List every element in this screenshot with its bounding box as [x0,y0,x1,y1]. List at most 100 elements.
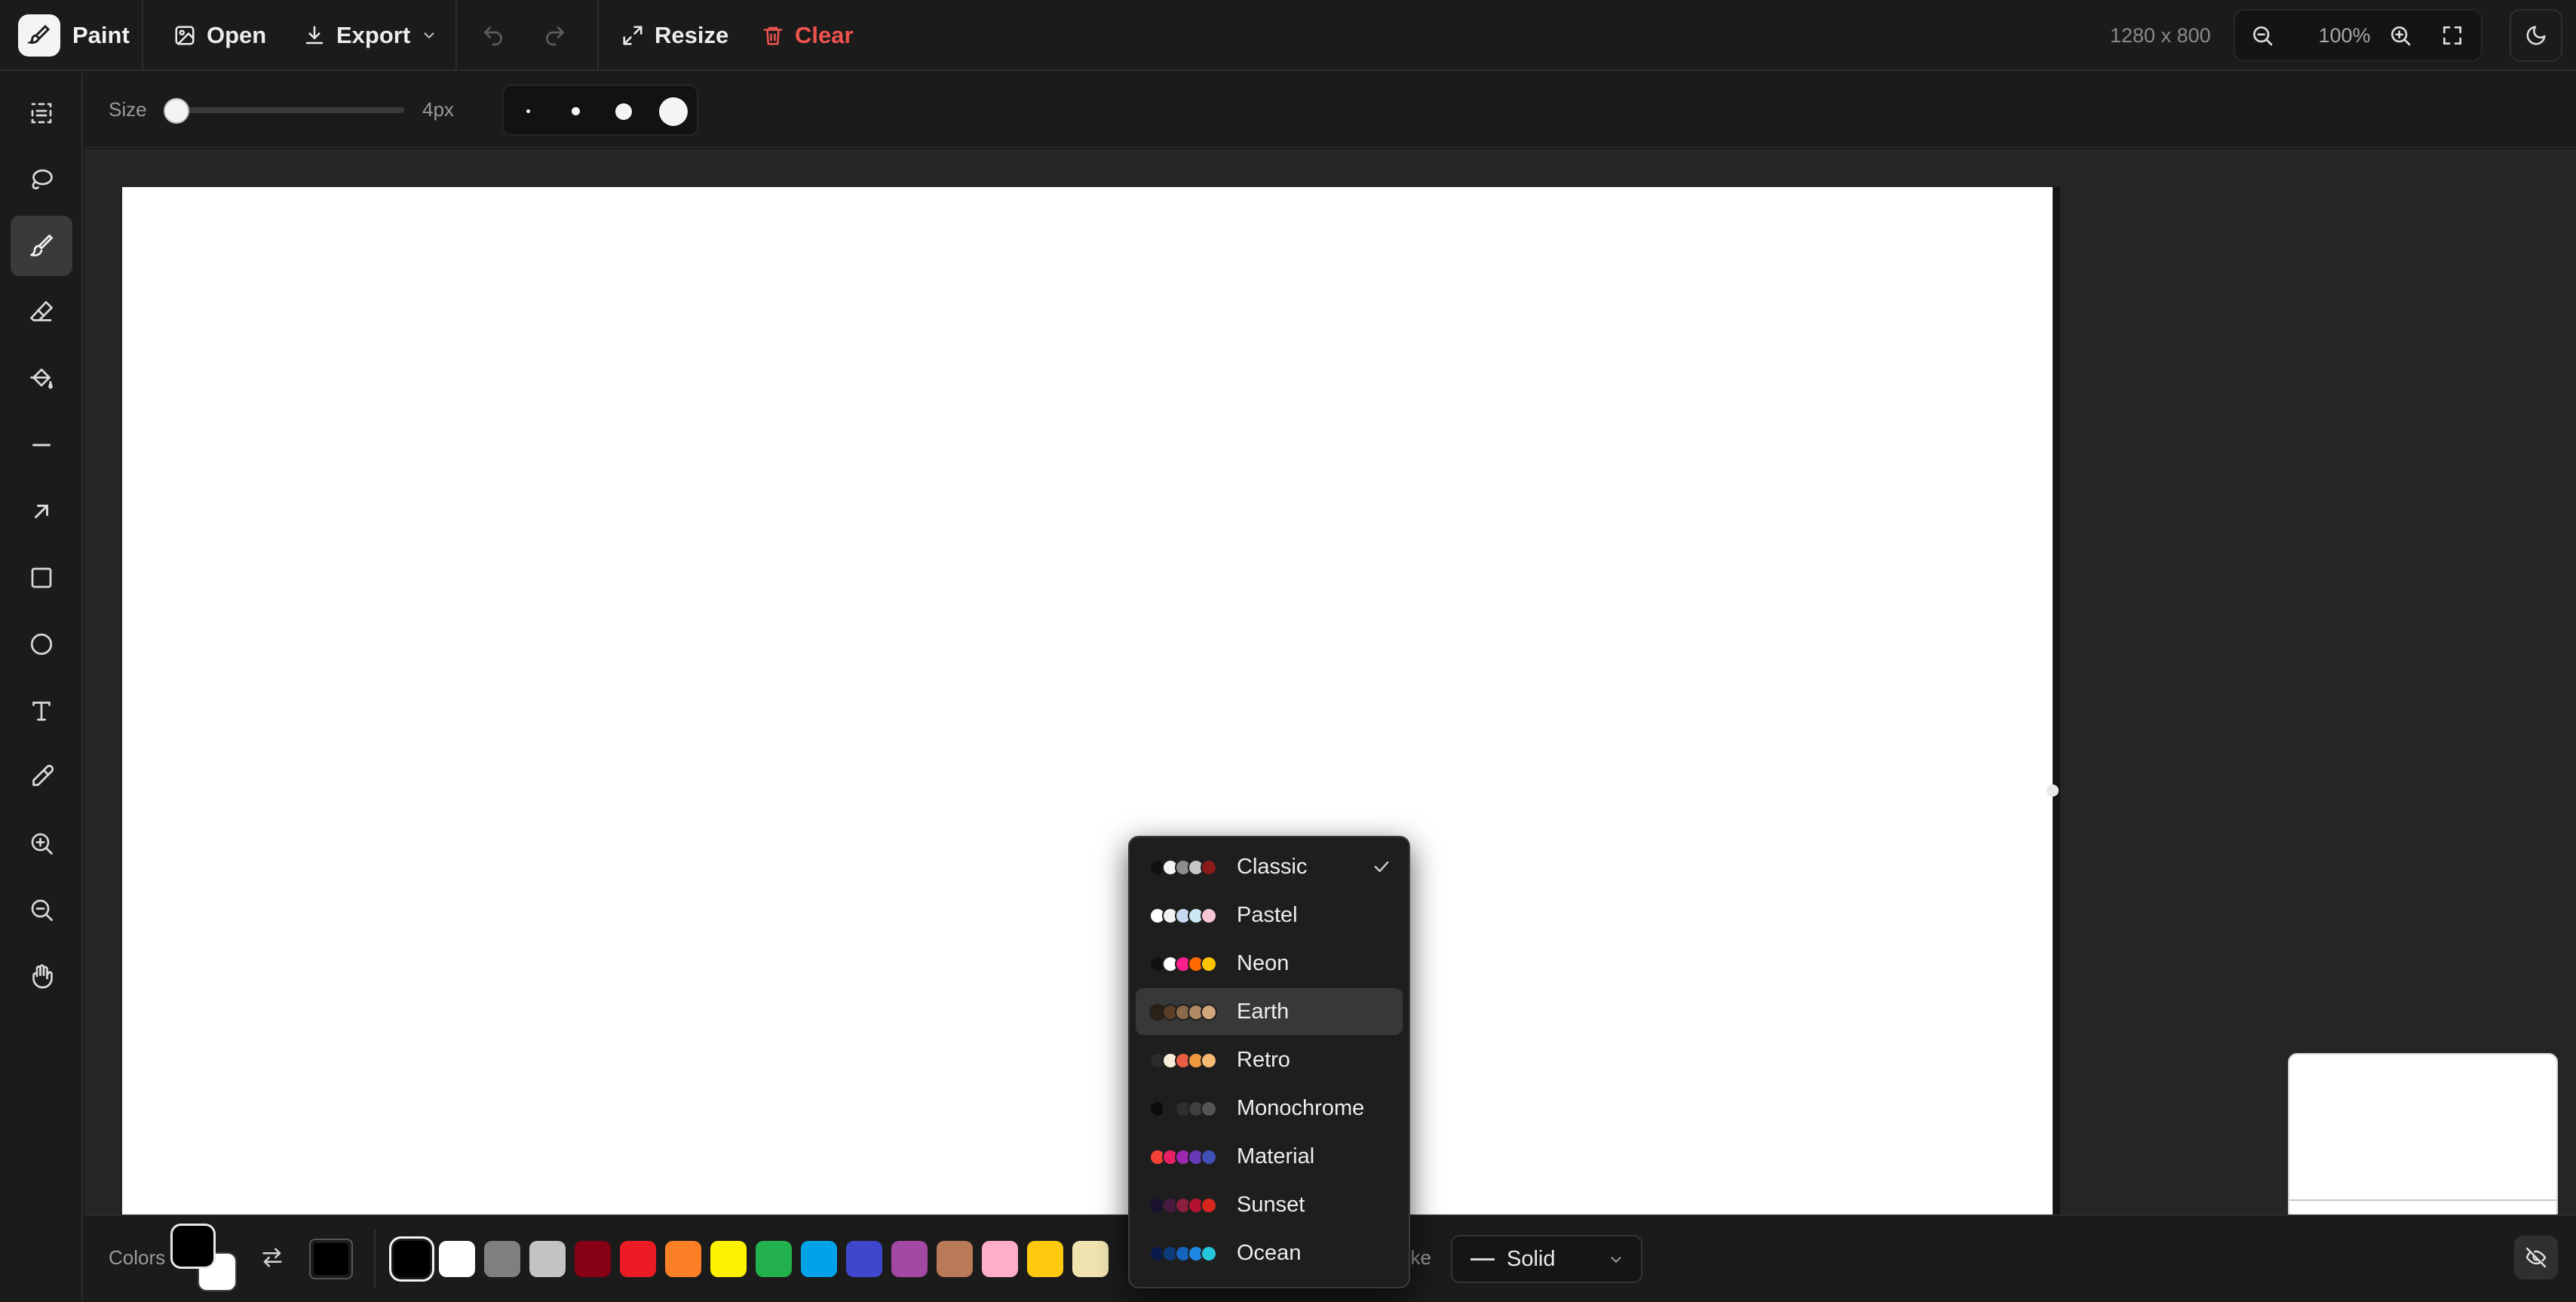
zoom-in-icon [2388,23,2412,48]
brush-preset-md[interactable] [615,103,632,120]
open-image-icon [173,24,196,47]
hand-icon [28,963,55,990]
fill-tool[interactable] [11,349,72,409]
palette-option-monochrome[interactable]: Monochrome [1136,1085,1403,1132]
palette-swatch[interactable] [1027,1241,1063,1277]
select-tool[interactable] [11,83,72,143]
canvas-size-readout: 1280 x 800 [2110,23,2211,47]
size-label: Size [109,98,147,121]
primary-color-swatch[interactable] [170,1224,216,1269]
palette-swatch[interactable] [710,1241,747,1277]
palette-preview [1149,1197,1225,1214]
palette-swatch[interactable] [982,1241,1018,1277]
palette-option-neon[interactable]: Neon [1136,940,1403,987]
minimap-divider [2289,1199,2556,1201]
undo-button[interactable] [481,0,505,71]
eraser-tool[interactable] [11,282,72,342]
drawing-canvas[interactable] [122,187,2053,1214]
arrow-tool[interactable] [11,481,72,542]
resize-button[interactable]: Resize [621,0,728,71]
palette-option-classic[interactable]: Classic [1136,843,1403,890]
lasso-tool[interactable] [11,149,72,210]
palette-swatch[interactable] [891,1241,928,1277]
palette-option-label: Earth [1237,999,1290,1024]
text-tool[interactable] [11,680,72,741]
palette-option-retro[interactable]: Retro [1136,1036,1403,1083]
palette-option-earth[interactable]: Earth [1136,988,1403,1035]
palette-swatch[interactable] [439,1241,475,1277]
custom-color-preview [314,1243,348,1275]
palette-option-sunset[interactable]: Sunset [1136,1181,1403,1228]
swap-icon [259,1245,285,1270]
open-button[interactable]: Open [173,0,266,71]
export-button[interactable]: Export [303,0,437,71]
solid-line-icon [1470,1257,1495,1261]
colors-label: Colors [109,1246,166,1269]
palette-option-ocean[interactable]: Ocean [1136,1230,1403,1276]
custom-color-picker[interactable] [309,1239,353,1279]
rectangle-tool[interactable] [11,548,72,608]
stroke-style-select[interactable]: Solid [1451,1235,1642,1283]
palette-preview-dot [1201,859,1217,876]
palette-option-label: Pastel [1237,902,1298,927]
redo-button[interactable] [543,0,567,71]
circle-icon [28,631,55,658]
palette-preview-dot [1201,1004,1217,1021]
zoom-out-icon [28,896,55,923]
line-tool[interactable] [11,415,72,475]
palette-option-material[interactable]: Material [1136,1133,1403,1180]
brush-preset-xs[interactable] [526,109,530,113]
zoom-out-button[interactable] [2250,23,2274,48]
paint-logo-icon [18,14,60,57]
palette-option-pastel[interactable]: Pastel [1136,892,1403,938]
size-slider-track[interactable] [164,107,404,113]
zoom-in-tool[interactable] [11,813,72,874]
palette-swatch[interactable] [846,1241,882,1277]
theme-toggle-button[interactable] [2510,9,2562,62]
rectangle-icon [28,564,55,591]
palette-preview-dot [1201,1149,1217,1165]
palette-preview-dot [1201,1245,1217,1262]
palette-swatch[interactable] [620,1241,656,1277]
palette-option-label: Sunset [1237,1192,1305,1217]
lasso-icon [28,166,55,193]
palette-swatch[interactable] [484,1241,520,1277]
palette-swatch[interactable] [1072,1241,1109,1277]
minimap[interactable] [2288,1053,2558,1222]
palette-option-label: Material [1237,1144,1315,1168]
canvas-resize-handle[interactable] [2047,785,2059,797]
eyedropper-icon [28,763,55,791]
clear-button[interactable]: Clear [762,0,854,71]
palette-swatch[interactable] [665,1241,701,1277]
expand-arrows-icon [621,24,644,47]
palette-preview [1149,1101,1225,1117]
zoom-out-tool[interactable] [11,880,72,940]
ellipse-tool[interactable] [11,614,72,674]
palette-swatch[interactable] [801,1241,837,1277]
export-label: Export [336,22,411,48]
fullscreen-button[interactable] [2440,23,2464,48]
swap-colors-button[interactable] [259,1245,285,1270]
paint-bucket-icon [28,365,55,392]
brush-preset-lg[interactable] [659,97,688,126]
pan-tool[interactable] [11,946,72,1006]
palette-swatch[interactable] [937,1241,973,1277]
brush-tool[interactable] [11,216,72,276]
zoom-in-button[interactable] [2388,23,2412,48]
palette-option-label: Ocean [1237,1240,1302,1265]
palette-swatch[interactable] [575,1241,611,1277]
stroke-style-value: Solid [1507,1246,1556,1271]
palette-dropdown-menu: Classic Pastel Neon Earth Retro Monochrome Mat… [1128,836,1410,1288]
eyedropper-tool[interactable] [11,747,72,807]
toggle-minimap-button[interactable] [2514,1236,2558,1279]
palette-swatch[interactable] [756,1241,792,1277]
palette-preview [1149,956,1225,972]
size-slider-thumb[interactable] [163,98,189,124]
app-brand: Paint [18,0,130,71]
brush-preset-sm[interactable] [572,107,580,115]
resize-label: Resize [655,22,729,48]
eye-off-icon [2524,1245,2548,1270]
palette-swatch[interactable] [529,1241,566,1277]
palette-swatch[interactable] [389,1236,434,1282]
palette-option-label: Neon [1237,950,1290,975]
